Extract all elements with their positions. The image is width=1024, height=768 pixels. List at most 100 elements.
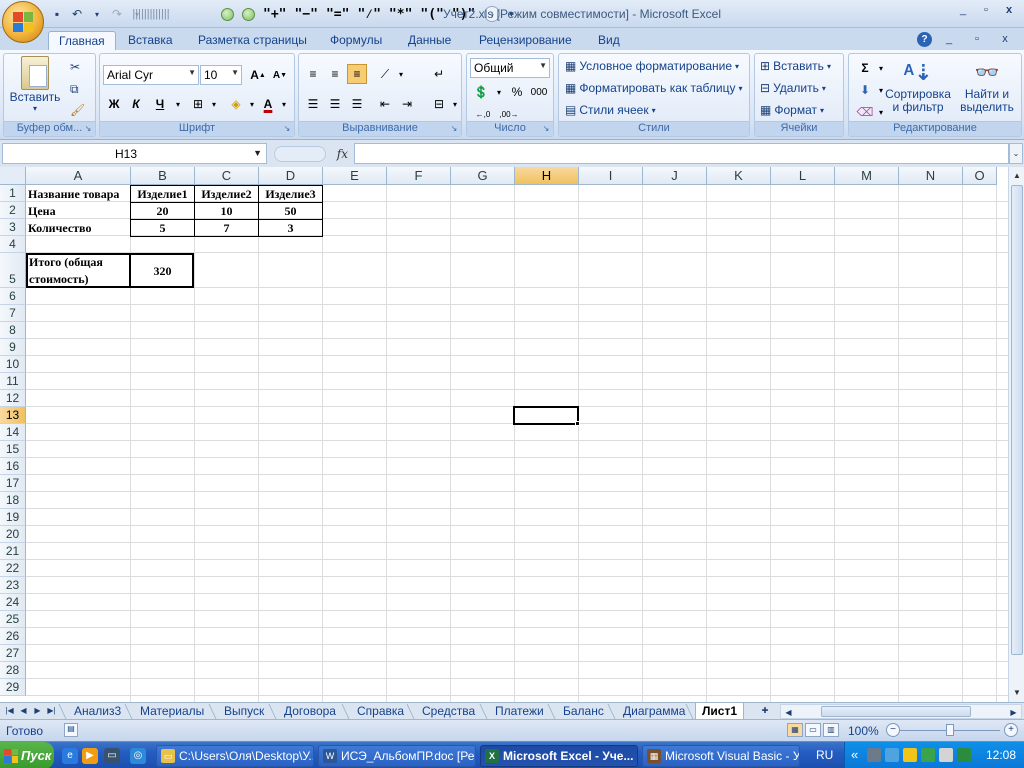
column-header[interactable]: F bbox=[387, 167, 451, 185]
normal-view-icon[interactable]: ▦ bbox=[787, 723, 803, 737]
office-button[interactable] bbox=[2, 1, 44, 43]
ribbon-minimize-icon[interactable]: _ bbox=[938, 31, 960, 47]
row-header[interactable]: 21 bbox=[0, 543, 26, 560]
tab-review[interactable]: Рецензирование bbox=[469, 31, 582, 51]
row-header[interactable]: 2 bbox=[0, 202, 26, 219]
row-header[interactable]: 5 bbox=[0, 253, 26, 288]
underline-button[interactable]: Ч bbox=[150, 94, 170, 114]
tab-page-layout[interactable]: Разметка страницы bbox=[188, 31, 317, 51]
format-painter-icon[interactable]: 🖌 bbox=[70, 103, 85, 117]
sheet-tab[interactable]: Диаграмма bbox=[617, 703, 691, 720]
select-all-corner[interactable] bbox=[0, 167, 26, 185]
worksheet[interactable]: ABCDEFGHIJKLMNO 1 2 3 4 5 6 7 8 9 10 11 12 13 14 15 16 1… bbox=[0, 167, 1024, 702]
sheet-tab[interactable]: Договора bbox=[278, 703, 342, 720]
ribbon-close-icon[interactable]: x bbox=[994, 31, 1016, 47]
hscroll-thumb[interactable] bbox=[821, 706, 971, 717]
row-header[interactable]: 11 bbox=[0, 373, 26, 390]
row-header[interactable]: 15 bbox=[0, 441, 26, 458]
scroll-right-icon[interactable]: ▶ bbox=[1008, 706, 1019, 720]
sheet-tab[interactable]: Средства bbox=[416, 703, 481, 720]
row-header[interactable]: 24 bbox=[0, 594, 26, 611]
clipboard-launcher-icon[interactable]: ↘ bbox=[83, 124, 93, 134]
cell-d3[interactable]: 3 bbox=[259, 221, 322, 236]
shrink-font-icon[interactable]: A ▼ bbox=[270, 65, 290, 85]
next-sheet-icon[interactable]: ▶ bbox=[32, 704, 43, 718]
cell-a3[interactable]: Количество bbox=[28, 221, 91, 236]
close-button[interactable]: x bbox=[998, 2, 1020, 18]
find-select-button[interactable]: 👓 Найти и выделить bbox=[957, 58, 1017, 114]
expand-formula-icon[interactable]: ⌄ bbox=[1009, 143, 1023, 164]
row-header[interactable]: 20 bbox=[0, 526, 26, 543]
cell-a1[interactable]: Название товара bbox=[28, 187, 119, 202]
increase-indent-icon[interactable]: ⇥ bbox=[397, 94, 417, 114]
name-box[interactable]: H13 ▼ bbox=[2, 143, 267, 164]
row-header[interactable]: 22 bbox=[0, 560, 26, 577]
column-header[interactable]: B bbox=[131, 167, 195, 185]
sheet-tab[interactable]: Лист1 bbox=[695, 703, 745, 720]
tab-insert[interactable]: Вставка bbox=[118, 31, 183, 51]
wrap-text-icon[interactable]: ↵ bbox=[429, 64, 449, 84]
sheet-tab[interactable]: Справка bbox=[351, 703, 410, 720]
delete-cells-button[interactable]: ⊟ Удалить ▾ bbox=[760, 81, 826, 95]
formula-oval-icon[interactable] bbox=[274, 145, 326, 162]
cell-d1[interactable]: Изделие3 bbox=[259, 187, 322, 202]
row-header[interactable]: 25 bbox=[0, 611, 26, 628]
tab-view[interactable]: Вид bbox=[588, 31, 630, 51]
paste-button[interactable]: Вставить ▾ bbox=[10, 56, 60, 113]
sheet-tab[interactable]: Анализ3 bbox=[68, 703, 127, 720]
decrease-indent-icon[interactable]: ⇤ bbox=[375, 94, 395, 114]
column-header[interactable]: O bbox=[963, 167, 997, 185]
minimize-button[interactable]: _ bbox=[952, 2, 974, 18]
zoom-level[interactable]: 100% bbox=[848, 724, 879, 738]
last-sheet-icon[interactable]: ▶| bbox=[46, 704, 57, 718]
zoom-slider-thumb[interactable] bbox=[946, 724, 954, 736]
row-header[interactable]: 27 bbox=[0, 645, 26, 662]
italic-button[interactable]: К bbox=[126, 94, 146, 114]
row-header[interactable]: 26 bbox=[0, 628, 26, 645]
percent-button[interactable]: % bbox=[507, 82, 527, 102]
row-header[interactable]: 8 bbox=[0, 322, 26, 339]
thousands-button[interactable]: 000 bbox=[527, 82, 551, 102]
vertical-scrollbar[interactable]: ▲ ▼ bbox=[1008, 167, 1024, 702]
row-header[interactable]: 18 bbox=[0, 492, 26, 509]
row-header[interactable]: 6 bbox=[0, 288, 26, 305]
security-icon[interactable] bbox=[903, 748, 917, 762]
row-header[interactable]: 3 bbox=[0, 219, 26, 236]
cut-icon[interactable]: ✂ bbox=[70, 60, 80, 74]
orientation-dropdown-icon[interactable]: ▾ bbox=[391, 64, 411, 84]
language-indicator[interactable]: RU bbox=[816, 748, 833, 762]
cell-a5-line1[interactable]: Итого (общая bbox=[29, 255, 103, 270]
tab-data[interactable]: Данные bbox=[398, 31, 461, 51]
align-top-icon[interactable]: ≡ bbox=[303, 64, 323, 84]
row-header[interactable]: 17 bbox=[0, 475, 26, 492]
column-header[interactable]: C bbox=[195, 167, 259, 185]
sheet-tab[interactable]: Материалы bbox=[134, 703, 210, 720]
underline-dropdown-icon[interactable]: ▾ bbox=[168, 94, 188, 114]
cell-c1[interactable]: Изделие2 bbox=[195, 187, 258, 202]
cell-c3[interactable]: 7 bbox=[195, 221, 258, 236]
column-header[interactable]: N bbox=[899, 167, 963, 185]
currency-dropdown-icon[interactable]: ▾ bbox=[489, 82, 509, 102]
sheet-tab[interactable]: Баланс bbox=[557, 703, 610, 720]
sheet-tab[interactable]: Выпуск bbox=[218, 703, 270, 720]
borders-dropdown-icon[interactable]: ▾ bbox=[204, 94, 224, 114]
maximize-button[interactable]: ▫ bbox=[975, 2, 997, 18]
row-header[interactable]: 9 bbox=[0, 339, 26, 356]
fill-handle[interactable] bbox=[575, 421, 580, 426]
active-cell-h13[interactable] bbox=[513, 406, 579, 425]
insert-cells-button[interactable]: ⊞ Вставить ▾ bbox=[760, 59, 831, 73]
battery-icon[interactable] bbox=[921, 748, 935, 762]
taskbar-excel[interactable]: X Microsoft Excel - Уче... bbox=[480, 745, 638, 767]
currency-icon[interactable]: 💲 bbox=[471, 82, 491, 102]
zoom-out-icon[interactable]: − bbox=[886, 723, 900, 737]
row-header[interactable]: 23 bbox=[0, 577, 26, 594]
volume-icon[interactable] bbox=[939, 748, 953, 762]
format-as-table-button[interactable]: ▦ Форматировать как таблицу ▾ bbox=[565, 81, 743, 95]
page-layout-view-icon[interactable]: ▭ bbox=[805, 723, 821, 737]
cell-b2[interactable]: 20 bbox=[131, 204, 194, 219]
media-icon[interactable]: ▶ bbox=[82, 748, 98, 764]
column-header[interactable]: A bbox=[26, 167, 131, 185]
row-header[interactable]: 4 bbox=[0, 236, 26, 253]
alignment-launcher-icon[interactable]: ↘ bbox=[449, 124, 459, 134]
horizontal-scrollbar[interactable]: ◀ ▶ bbox=[780, 704, 1022, 719]
